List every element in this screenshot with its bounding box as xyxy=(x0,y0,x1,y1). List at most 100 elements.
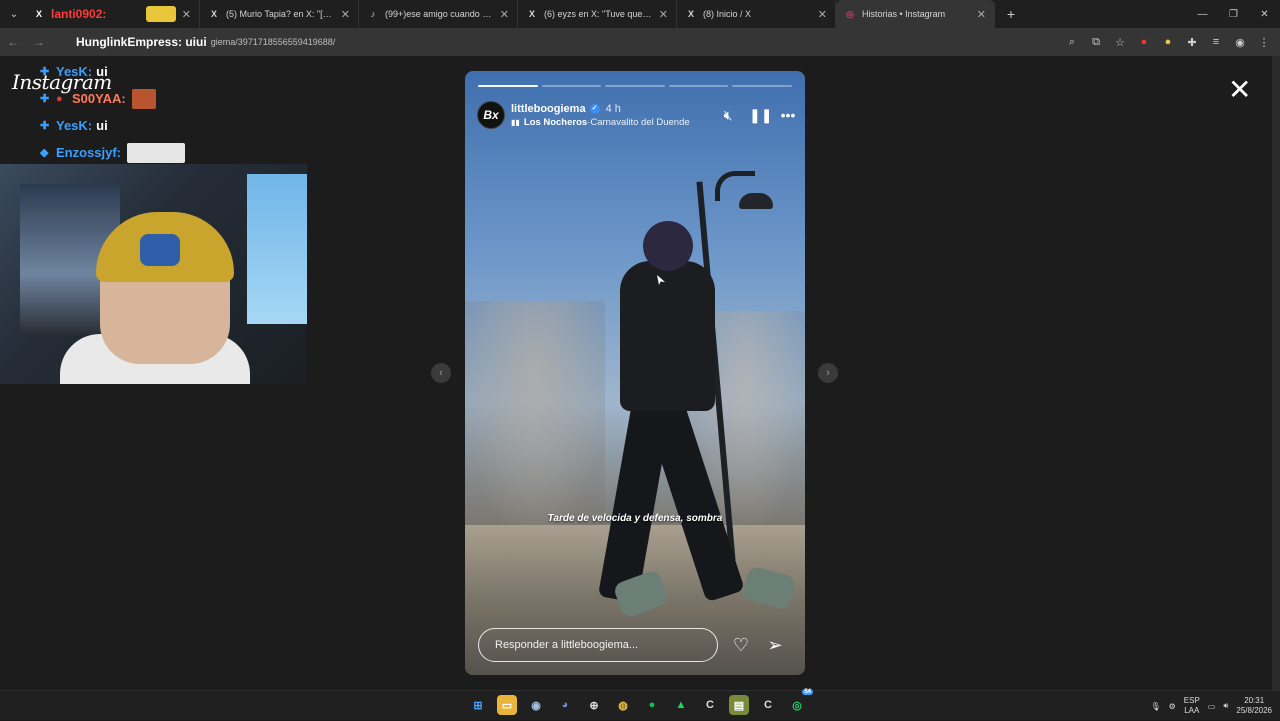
close-icon[interactable]: ✕ xyxy=(182,8,191,21)
heart-icon[interactable]: ♡ xyxy=(730,635,752,656)
whatsapp-icon[interactable]: ◎ 54 xyxy=(787,689,813,715)
language-code: ESP xyxy=(1183,696,1200,705)
stream-chat-overlay: ✚ YesK: ui ✚ ● S00YAA: ✚ YesK: ui ◆ Enzo… xyxy=(40,58,300,166)
story-username[interactable]: littleboogiema xyxy=(511,103,586,115)
install-icon[interactable]: ⧉ xyxy=(1088,36,1104,49)
settings-icon[interactable]: ⚙ xyxy=(1169,702,1176,711)
language-indicator[interactable]: ESP LAA xyxy=(1184,696,1200,716)
app-folder-icon[interactable]: ▤ xyxy=(729,695,749,715)
story-image-person-body xyxy=(620,261,715,411)
ccleaner-icon[interactable]: C xyxy=(700,695,720,715)
tab-1[interactable]: X (5) Murio Tapia? en X: "[SERIO] ✕ xyxy=(200,0,359,28)
close-icon[interactable]: ✕ xyxy=(341,8,350,21)
x-icon: X xyxy=(528,9,535,19)
progress-segment xyxy=(541,85,602,87)
display-icon[interactable]: ▭ xyxy=(1208,702,1216,711)
file-explorer-icon[interactable]: ▭ xyxy=(497,695,517,715)
tab-4[interactable]: X (8) Inicio / X ✕ xyxy=(677,0,836,28)
muted-speaker-icon[interactable]: 🔇︎ xyxy=(719,107,737,124)
x-icon: X xyxy=(210,9,217,19)
windows-taskbar: ⊞ ▭ ◉ ◕ ⊕ ◍ ● ▲ C ▤ C ◎ 54 🎙︎ ⚙ ESP LAA ▭… xyxy=(0,689,1280,721)
chrome-icon[interactable]: ◍ xyxy=(613,695,633,715)
progress-segment xyxy=(732,85,792,87)
zoom-icon[interactable]: ⌕ xyxy=(1064,36,1080,49)
steam-icon[interactable]: ◉ xyxy=(526,695,546,715)
close-icon[interactable]: ✕ xyxy=(659,8,668,21)
reply-input[interactable] xyxy=(478,628,718,662)
music-bars-icon: ▮▮ xyxy=(511,117,520,127)
extension-red-icon[interactable]: ● xyxy=(1136,36,1152,48)
extension-yellow-icon[interactable]: ● xyxy=(1160,36,1176,48)
tab-title: (6) eyzs en X: "Tuve que cortar xyxy=(544,9,653,19)
story-viewer[interactable]: Bx littleboogiema ✓ 4 h ▮▮ Los Nocheros … xyxy=(465,71,805,675)
tab-3[interactable]: X (6) eyzs en X: "Tuve que cortar ✕ xyxy=(518,0,677,28)
send-icon[interactable]: ➢ xyxy=(764,635,786,656)
x-icon: X xyxy=(687,9,694,19)
close-icon[interactable]: ✕ xyxy=(818,8,827,21)
tab-2[interactable]: ♪ (99+)ese amigo cuando quiere ✕ xyxy=(359,0,518,28)
minimize-icon[interactable]: — xyxy=(1187,0,1218,28)
tab-title: Historias • Instagram xyxy=(862,9,946,19)
clock-time: 20:31 xyxy=(1244,696,1265,705)
scrollbar[interactable] xyxy=(1272,56,1280,690)
ccleaner-icon[interactable]: C xyxy=(758,695,778,715)
more-icon[interactable]: ••• xyxy=(779,107,797,123)
microphone-icon[interactable]: 🎙︎ xyxy=(1150,702,1160,711)
clock[interactable]: 20:31 25/8/2026 xyxy=(1236,696,1272,716)
chat-user: YesK: xyxy=(56,118,93,133)
story-music[interactable]: ▮▮ Los Nocheros · Carnavalito del Duende xyxy=(511,117,719,128)
url-text: giema/3971718556559419688/ xyxy=(210,37,336,47)
spotify-icon[interactable]: ● xyxy=(642,695,662,715)
restore-icon[interactable]: ❐ xyxy=(1218,0,1249,28)
app-green-icon[interactable]: ▲ xyxy=(671,695,691,715)
cube-badge-icon: ◆ xyxy=(40,147,49,159)
pause-icon[interactable]: ❚❚ xyxy=(749,107,772,124)
new-tab-button[interactable]: + xyxy=(1001,6,1021,22)
tab-twitch[interactable]: X lanti0902: ✕ xyxy=(25,0,200,28)
close-icon[interactable]: ✕ xyxy=(977,8,986,21)
address-bar: ← → HunglinkEmpress: uiui giema/39717185… xyxy=(0,28,1280,56)
app-icon[interactable]: ⊕ xyxy=(584,695,604,715)
profile-avatar-icon[interactable]: ◉ xyxy=(1232,36,1248,49)
notification-badge: 54 xyxy=(802,689,813,695)
avatar[interactable]: Bx xyxy=(477,101,505,129)
close-icon[interactable]: ✕ xyxy=(1228,76,1251,104)
close-icon[interactable]: ✕ xyxy=(500,8,509,21)
tab-title: (99+)ese amigo cuando quiere xyxy=(385,9,494,19)
url-overlay-text: HunglinkEmpress: uiui xyxy=(76,35,207,49)
emote-image xyxy=(127,142,186,163)
sword-badge-icon: ✚ xyxy=(40,66,50,78)
volume-icon[interactable]: 🔊︎ xyxy=(1223,701,1228,711)
next-story-button[interactable]: › xyxy=(818,363,838,383)
tab-search-button[interactable]: ⌄ xyxy=(3,3,25,25)
tomato-badge-icon: ● xyxy=(56,92,63,105)
instagram-icon: ◎ xyxy=(846,8,854,19)
emote-image xyxy=(145,6,176,22)
keyboard-layout: LAA xyxy=(1184,706,1200,715)
progress-segment xyxy=(605,85,665,87)
url-field[interactable]: HunglinkEmpress: uiui giema/397171855655… xyxy=(76,32,1066,52)
previous-story-button[interactable]: ‹ xyxy=(431,363,451,383)
chat-user: Enzossjyf: xyxy=(56,145,122,160)
chat-message: ui xyxy=(96,118,108,133)
discord-icon[interactable]: ◕ xyxy=(555,695,575,715)
window-close-icon[interactable]: ✕ xyxy=(1249,0,1280,28)
taskbar-icons: ⊞ ▭ ◉ ◕ ⊕ ◍ ● ▲ C ▤ C ◎ 54 xyxy=(468,689,813,717)
chat-line: ✚ YesK: ui xyxy=(40,58,300,85)
extensions-puzzle-icon[interactable]: ✚ xyxy=(1184,36,1200,49)
address-bar-icons: ⌕ ⧉ ☆ ● ● ✚ ≡ ◉ ⋮ xyxy=(1064,28,1272,56)
story-meta: littleboogiema ✓ 4 h ▮▮ Los Nocheros · C… xyxy=(511,103,719,128)
bookmark-star-icon[interactable]: ☆ xyxy=(1112,36,1128,49)
story-caption: Tarde de velocida y defensa, sombra xyxy=(547,513,723,524)
media-controls-icon[interactable]: ≡ xyxy=(1208,36,1224,48)
browser-menu-icon[interactable]: ⋮ xyxy=(1256,36,1272,49)
system-tray: 🎙︎ ⚙ ESP LAA ▭ 🔊︎ 20:31 25/8/2026 xyxy=(1150,691,1272,721)
tab-title: (5) Murio Tapia? en X: "[SERIO] xyxy=(226,9,335,19)
story-image-person-head xyxy=(643,221,693,271)
tab-instagram[interactable]: ◎ Historias • Instagram ✕ xyxy=(836,0,995,28)
forward-icon[interactable]: → xyxy=(26,35,52,49)
x-icon: X xyxy=(35,9,42,19)
story-user-row: littleboogiema ✓ 4 h xyxy=(511,103,719,115)
back-icon[interactable]: ← xyxy=(0,35,26,49)
windows-start-icon[interactable]: ⊞ xyxy=(468,695,488,715)
